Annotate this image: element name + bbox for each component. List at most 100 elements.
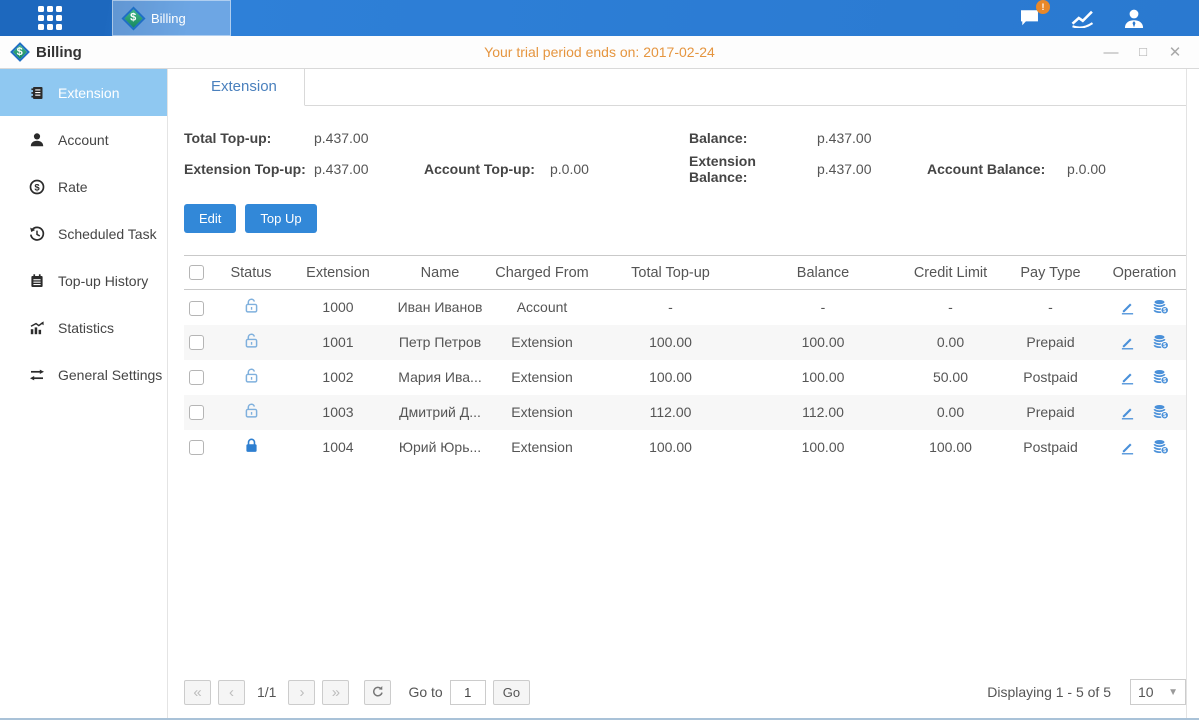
cell-name: Иван Иванов: [394, 290, 486, 325]
table-row: 1004 Юрий Юрь... Extension 100.00 100.00…: [184, 430, 1186, 465]
row-checkbox[interactable]: [189, 335, 204, 350]
cell-credit-limit: 50.00: [903, 360, 998, 395]
pagination-bar: « ‹ 1/1 › » Go to Go Displaying 1 - 5 of…: [184, 674, 1186, 718]
row-checkbox[interactable]: [189, 370, 204, 385]
col-pay-type: Pay Type: [998, 256, 1103, 290]
apps-grid-icon[interactable]: [38, 6, 68, 30]
cell-pay-type: Prepaid: [998, 395, 1103, 430]
sidebar-item-extension[interactable]: Extension: [0, 69, 167, 116]
rate-icon: [29, 179, 45, 195]
cell-charged-from: Extension: [486, 325, 598, 360]
sidebar-item-account[interactable]: Account: [0, 116, 167, 163]
edit-pencil-icon[interactable]: [1120, 405, 1135, 420]
cell-balance: 112.00: [743, 395, 903, 430]
cell-charged-from: Account: [486, 290, 598, 325]
row-checkbox[interactable]: [189, 405, 204, 420]
unlocked-icon: [243, 402, 260, 419]
messages-icon[interactable]: !: [1017, 7, 1043, 29]
page-size-select[interactable]: 10 ▼: [1130, 679, 1186, 705]
top-up-button[interactable]: Top Up: [245, 204, 316, 233]
cell-total-topup: 100.00: [598, 360, 743, 395]
user-icon[interactable]: [1121, 7, 1147, 29]
edit-pencil-icon[interactable]: [1120, 300, 1135, 315]
row-checkbox[interactable]: [189, 301, 204, 316]
sidebar: Extension Account Rate Scheduled Task To…: [0, 69, 168, 718]
sidebar-item-rate[interactable]: Rate: [0, 163, 167, 210]
cell-balance: 100.00: [743, 360, 903, 395]
topup-coins-icon[interactable]: [1153, 299, 1169, 315]
col-credit-limit: Credit Limit: [903, 256, 998, 290]
extension-icon: [29, 85, 45, 101]
minimize-icon[interactable]: —: [1103, 45, 1119, 60]
table-header-row: Status Extension Name Charged From Total…: [184, 256, 1186, 290]
extensions-table: Status Extension Name Charged From Total…: [184, 255, 1186, 465]
cell-extension: 1000: [282, 290, 394, 325]
cell-pay-type: Prepaid: [998, 325, 1103, 360]
edit-pencil-icon[interactable]: [1120, 440, 1135, 455]
col-operation: Operation: [1103, 256, 1186, 290]
extension-topup-label: Extension Top-up:: [184, 161, 314, 177]
displaying-info: Displaying 1 - 5 of 5: [987, 684, 1111, 700]
balance-label: Balance:: [689, 130, 817, 146]
sidebar-item-label: Scheduled Task: [58, 226, 157, 242]
monitor-chart-icon[interactable]: [1069, 7, 1095, 29]
unlocked-icon: [243, 332, 260, 349]
cell-balance: 100.00: [743, 325, 903, 360]
go-button[interactable]: Go: [493, 680, 530, 705]
total-topup-label: Total Top-up:: [184, 130, 314, 146]
sidebar-item-general-settings[interactable]: General Settings: [0, 351, 167, 398]
cell-total-topup: 100.00: [598, 430, 743, 465]
sidebar-item-statistics[interactable]: Statistics: [0, 304, 167, 351]
table-row: 1002 Мария Ива... Extension 100.00 100.0…: [184, 360, 1186, 395]
col-total-topup: Total Top-up: [598, 256, 743, 290]
prev-page-button[interactable]: ‹: [218, 680, 245, 705]
col-name: Name: [394, 256, 486, 290]
refresh-icon[interactable]: [364, 680, 391, 705]
unlocked-icon: [243, 367, 260, 384]
sidebar-item-label: Statistics: [58, 320, 114, 336]
statistics-icon: [29, 320, 45, 336]
next-page-button[interactable]: ›: [288, 680, 315, 705]
taskbar-item-billing[interactable]: $ Billing: [112, 0, 231, 36]
row-checkbox[interactable]: [189, 440, 204, 455]
page-size-value: 10: [1138, 684, 1154, 700]
total-topup-value: p.437.00: [314, 130, 369, 146]
cell-name: Дмитрий Д...: [394, 395, 486, 430]
tab-extension[interactable]: Extension: [184, 69, 305, 106]
cell-extension: 1004: [282, 430, 394, 465]
table-row: 1003 Дмитрий Д... Extension 112.00 112.0…: [184, 395, 1186, 430]
table-row: 1000 Иван Иванов Account - - - -: [184, 290, 1186, 325]
sidebar-item-topup-history[interactable]: Top-up History: [0, 257, 167, 304]
topup-coins-icon[interactable]: [1153, 334, 1169, 350]
topup-coins-icon[interactable]: [1153, 404, 1169, 420]
table-row: 1001 Петр Петров Extension 100.00 100.00…: [184, 325, 1186, 360]
cell-credit-limit: 100.00: [903, 430, 998, 465]
edit-pencil-icon[interactable]: [1120, 335, 1135, 350]
billing-window-icon: $: [10, 42, 30, 62]
topup-coins-icon[interactable]: [1153, 369, 1169, 385]
edit-pencil-icon[interactable]: [1120, 370, 1135, 385]
topup-coins-icon[interactable]: [1153, 439, 1169, 455]
extension-topup-value: p.437.00: [314, 161, 424, 177]
window-title-bar: $ Billing Your trial period ends on: 201…: [0, 36, 1199, 69]
cell-name: Юрий Юрь...: [394, 430, 486, 465]
sidebar-item-scheduled-task[interactable]: Scheduled Task: [0, 210, 167, 257]
balance-value: p.437.00: [817, 130, 872, 146]
close-icon[interactable]: ✕: [1167, 45, 1183, 60]
edit-button[interactable]: Edit: [184, 204, 236, 233]
window-title: $ Billing: [0, 44, 82, 61]
cell-name: Петр Петров: [394, 325, 486, 360]
notification-badge: !: [1036, 0, 1050, 14]
last-page-button[interactable]: »: [322, 680, 349, 705]
goto-page-input[interactable]: [450, 680, 486, 705]
cell-credit-limit: 0.00: [903, 325, 998, 360]
window-title-text: Billing: [36, 44, 82, 61]
first-page-button[interactable]: «: [184, 680, 211, 705]
billing-app-icon: $: [121, 6, 145, 30]
cell-name: Мария Ива...: [394, 360, 486, 395]
cell-credit-limit: 0.00: [903, 395, 998, 430]
maximize-icon[interactable]: □: [1135, 45, 1151, 60]
account-icon: [29, 132, 45, 148]
trial-notice: Your trial period ends on: 2017-02-24: [0, 44, 1199, 60]
select-all-checkbox[interactable]: [189, 265, 204, 280]
